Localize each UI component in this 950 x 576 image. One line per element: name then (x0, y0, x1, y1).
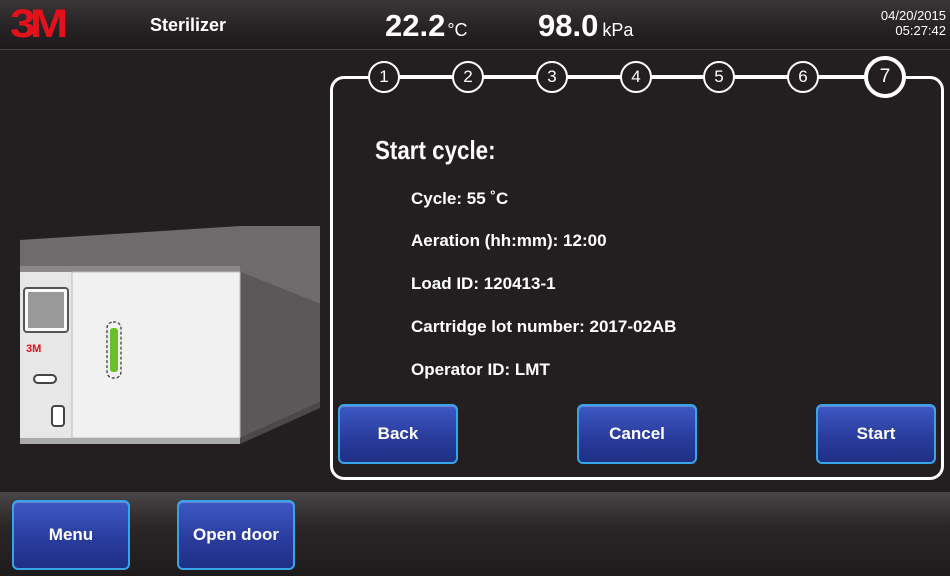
sterilizer-illustration: 3M (20, 226, 320, 444)
time-text: 05:27:42 (895, 23, 946, 38)
pressure-value: 98.0 (538, 8, 599, 43)
device-name: Sterilizer (150, 15, 227, 35)
info-cycle: Cycle: 55 ˚C (411, 189, 509, 208)
date-text: 04/20/2015 (880, 8, 946, 23)
back-button[interactable]: Back (338, 404, 458, 464)
footer-bar (0, 492, 950, 576)
step-progress: 1 2 3 4 5 6 7 (330, 56, 944, 98)
info-cartridge-lot: Cartridge lot number: 2017-02AB (411, 317, 677, 336)
step-1: 1 (368, 61, 400, 93)
step-3: 3 (536, 61, 568, 93)
info-operator-id: Operator ID: LMT (411, 360, 550, 379)
step-7-active: 7 (864, 56, 906, 98)
pressure-readout: 98.0 kPa (538, 8, 633, 44)
header-bar: 3M Sterilizer 22.2 °C 98.0 kPa 04/20/2015 … (0, 0, 950, 50)
info-load-id: Load ID: 120413-1 (411, 274, 556, 293)
start-button[interactable]: Start (816, 404, 936, 464)
temperature-value: 22.2 (385, 8, 446, 43)
temperature-unit: °C (447, 20, 468, 40)
step-6: 6 (787, 61, 819, 93)
info-aeration: Aeration (hh:mm): 12:00 (411, 231, 607, 250)
pressure-unit: kPa (602, 20, 634, 40)
temperature-readout: 22.2 °C (385, 8, 468, 44)
menu-button[interactable]: Menu (12, 500, 130, 570)
step-5: 5 (703, 61, 735, 93)
brand-logo: 3M (10, 2, 68, 46)
open-door-button[interactable]: Open door (177, 500, 295, 570)
datetime: 04/20/2015 05:27:42 (881, 8, 946, 38)
step-2: 2 (452, 61, 484, 93)
cancel-button[interactable]: Cancel (577, 404, 697, 464)
panel-title: Start cycle: (375, 135, 496, 165)
machine-brand-label: 3M (26, 343, 41, 355)
step-4: 4 (620, 61, 652, 93)
